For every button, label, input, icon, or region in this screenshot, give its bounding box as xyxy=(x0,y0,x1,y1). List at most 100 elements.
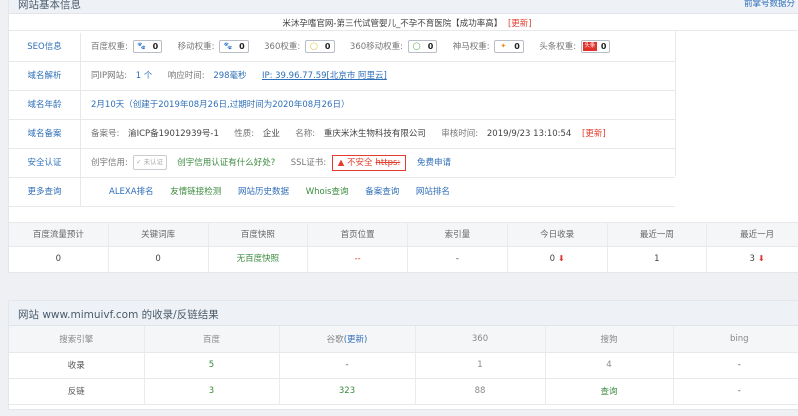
so360-mobile-weight-value: 0 xyxy=(427,42,434,51)
domain-age-value[interactable]: 2月10天（创建于2019年08月26日,过期时间为2020年08月26日） xyxy=(91,100,349,110)
so360-mobile-weight-label: 360移动权重: xyxy=(349,42,403,52)
shenma-weight-label: 神马权重: xyxy=(452,42,490,52)
stat-header: 索引量 xyxy=(408,223,508,246)
seo-row: SEO信息 百度权重: 🐾 0 移动权重: 🐾 0 360权重: ◯ 0 360移动权… xyxy=(9,33,675,62)
table-header-row: 搜索引擎 百度 谷歌(更新) 360 搜狗 bing xyxy=(9,326,798,353)
today-index-cell: 0 ⬇ xyxy=(508,247,608,272)
paw-icon: 🐾 xyxy=(223,42,233,50)
more-query-row: 更多查询 ALEXA排名 友情链接检测 网站历史数据 Whois查询 备案查询 … xyxy=(9,178,675,207)
home-position-value: -- xyxy=(308,247,408,272)
baidu-traffic-value: 0 xyxy=(9,247,109,272)
domain-record-body: 备案号: 渝ICP备19012939号-1 性质: 企业 名称: 重庆米沐生物科… xyxy=(91,120,606,148)
stat-header: 百度快照 xyxy=(209,223,309,246)
domain-age-body: 2月10天（创建于2019年08月26日,过期时间为2020年08月26日） xyxy=(91,91,349,119)
site-rank-link[interactable]: 网站排名 xyxy=(416,187,450,197)
record-audit-label: 审核时间: xyxy=(441,129,479,139)
stat-header: 首页位置 xyxy=(308,223,408,246)
ssl-warn-text: ▲ 不安全 xyxy=(337,157,373,168)
ip-location-link[interactable]: IP: 39.96.77.59[北京市 阿里云] xyxy=(262,71,387,81)
toutiao-weight-badge[interactable]: 头条 0 xyxy=(580,40,611,53)
record-nature-value: 企业 xyxy=(262,129,280,139)
header-link[interactable]: 前掌号数据分 xyxy=(744,0,795,9)
domain-record-row: 域名备案 备案号: 渝ICP备19012939号-1 性质: 企业 名称: 重庆… xyxy=(9,120,675,149)
record-name-value: 重庆米沐生物科技有限公司 xyxy=(323,129,426,139)
domain-record-label: 域名备案 xyxy=(9,120,81,148)
shenma-weight-badge[interactable]: ✦ 0 xyxy=(494,40,524,53)
stat-header: 今日收录 xyxy=(508,223,608,246)
credit-badge-text: 未认证 xyxy=(143,158,164,166)
index-backlink-title: 网站 www.mimuivf.com 的收录/反链结果 xyxy=(18,309,219,321)
baidu-weight-label: 百度权重: xyxy=(91,42,128,52)
shenma-weight-value: 0 xyxy=(514,42,520,51)
seo-label: SEO信息 xyxy=(9,33,81,61)
ssl-label: SSL证书: xyxy=(290,158,327,168)
baidu-weight-badge[interactable]: 🐾 0 xyxy=(132,40,163,53)
horse-icon: ✦ xyxy=(500,42,507,50)
google-index-value: - xyxy=(279,352,416,379)
domain-resolve-row: 域名解析 同IP网站: 1 个 响应时间: 298毫秒 IP: 39.96.77… xyxy=(9,62,675,91)
same-ip-label: 同IP网站: xyxy=(91,71,127,81)
alexa-link[interactable]: ALEXA排名 xyxy=(109,187,154,197)
credit-benefit-link[interactable]: 创宇信用认证有什么好处? xyxy=(177,158,275,168)
basic-info-title: 网站基本信息 xyxy=(18,0,81,11)
google-update-link[interactable]: (更新) xyxy=(344,335,368,345)
mobile-weight-label: 移动权重: xyxy=(177,42,215,52)
baidu-weight-value: 0 xyxy=(152,42,159,51)
check-shield-icon: ✓ xyxy=(136,158,142,166)
credit-unverified-badge: ✓ 未认证 xyxy=(132,155,167,170)
seo-body: 百度权重: 🐾 0 移动权重: 🐾 0 360权重: ◯ 0 360移动权重: ◯ 0 … xyxy=(91,33,611,61)
domain-resolve-label: 域名解析 xyxy=(9,62,81,90)
whois-link[interactable]: Whois查询 xyxy=(306,187,349,197)
so360-index-value: 1 xyxy=(415,352,546,379)
row-name: 反链 xyxy=(9,378,145,405)
record-query-link[interactable]: 备案查询 xyxy=(365,187,399,197)
stats-header-row: 百度流量预计 关键词库 百度快照 首页位置 索引量 今日收录 最近一周 最近一月 xyxy=(9,222,798,247)
so360-weight-badge[interactable]: ◯ 0 xyxy=(304,40,335,53)
security-row: 安全认证 创宇信用: ✓ 未认证 创宇信用认证有什么好处? SSL证书: ▲ 不… xyxy=(9,149,675,178)
basic-info-header: 网站基本信息 前掌号数据分 xyxy=(9,0,798,14)
credit-label: 创宇信用: xyxy=(91,158,128,168)
same-ip-value[interactable]: 1 个 xyxy=(136,71,153,81)
mobile-weight-badge[interactable]: 🐾 0 xyxy=(219,40,249,53)
response-time-label: 响应时间: xyxy=(167,71,205,81)
col-360: 360 xyxy=(415,326,546,353)
so360-mobile-weight-badge[interactable]: ◯ 0 xyxy=(407,40,438,53)
site-title-update-link[interactable]: [更新] xyxy=(508,19,532,29)
arrow-down-icon: ⬇ xyxy=(757,254,765,263)
google-backlink-value[interactable]: 323 xyxy=(279,378,416,405)
baidu-backlink-value[interactable]: 3 xyxy=(144,378,280,405)
security-body: 创宇信用: ✓ 未认证 创宇信用认证有什么好处? SSL证书: ▲ 不安全 htt… xyxy=(91,149,451,177)
table-row: 收录 5 - 1 4 - xyxy=(9,352,798,379)
history-data-link[interactable]: 网站历史数据 xyxy=(238,187,289,197)
record-no-label: 备案号: xyxy=(91,129,120,139)
domain-resolve-body: 同IP网站: 1 个 响应时间: 298毫秒 IP: 39.96.77.59[北… xyxy=(91,62,387,90)
record-update-link[interactable]: [更新] xyxy=(582,129,606,139)
stats-value-row: 0 0 无百度快照 -- - 0 ⬇ 1 3 ⬇ xyxy=(9,247,798,272)
basic-info-panel: 网站基本信息 前掌号数据分 米沐孕嗜官网-第三代试管婴儿_不孕不育医院【成功率高… xyxy=(8,0,798,273)
week-value: 1 xyxy=(608,247,708,272)
response-time-value: 298毫秒 xyxy=(213,71,247,81)
security-label: 安全认证 xyxy=(9,149,81,177)
month-index-cell: 3 ⬇ xyxy=(707,247,798,272)
record-nature-label: 性质: xyxy=(234,129,255,139)
toutiao-weight-value: 0 xyxy=(600,42,607,51)
sogou-backlink-query-link[interactable]: 查询 xyxy=(545,378,674,405)
ssl-free-apply-link[interactable]: 免费申请 xyxy=(417,158,451,168)
stat-header: 最近一周 xyxy=(608,223,708,246)
stat-header: 百度流量预计 xyxy=(9,223,109,246)
paw-icon: 🐾 xyxy=(137,42,146,50)
record-audit-value: 2019/9/23 13:10:54 xyxy=(486,129,572,139)
baidu-index-value[interactable]: 5 xyxy=(144,352,280,379)
so360-weight-label: 360权重: xyxy=(264,42,301,52)
table-row: 反链 3 323 88 查询 - xyxy=(9,378,798,405)
bing-backlink-value: - xyxy=(673,378,798,405)
stats-grid: 百度流量预计 关键词库 百度快照 首页位置 索引量 今日收录 最近一周 最近一月… xyxy=(9,222,798,272)
record-no-value: 渝ICP备19012939号-1 xyxy=(128,129,219,139)
so360-weight-value: 0 xyxy=(324,42,331,51)
bing-index-value: - xyxy=(673,352,798,379)
index-backlink-table: 搜索引擎 百度 谷歌(更新) 360 搜狗 bing 收录 5 - 1 4 - … xyxy=(9,326,798,405)
friend-link-check-link[interactable]: 友情链接检测 xyxy=(170,187,221,197)
ring-icon: ◯ xyxy=(310,42,318,50)
col-engine: 搜索引擎 xyxy=(9,326,145,353)
so360-backlink-value: 88 xyxy=(415,378,546,405)
